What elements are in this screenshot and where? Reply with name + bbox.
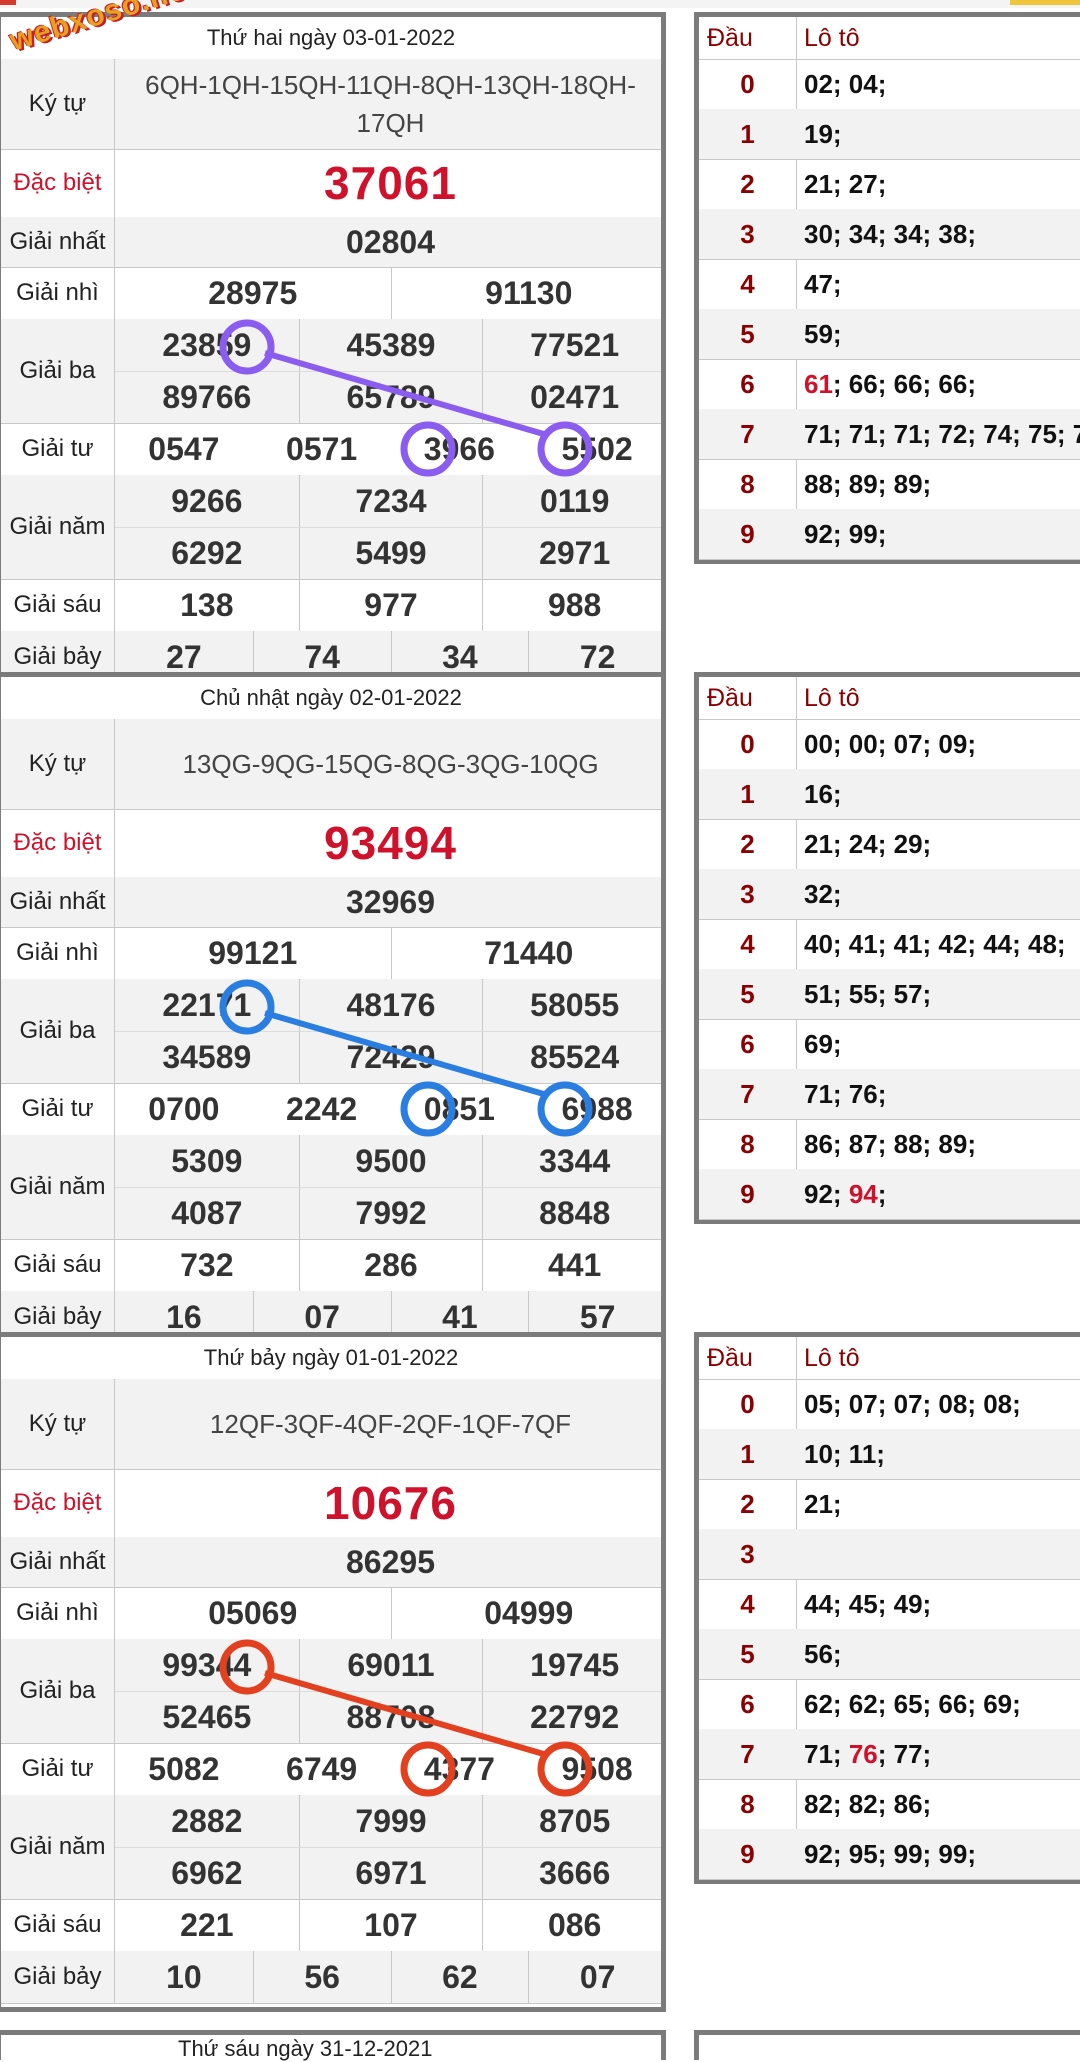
- pattern-line: [264, 350, 548, 438]
- pattern-line: [264, 1010, 548, 1098]
- next-result-table-edge: [0, 2030, 666, 2060]
- pattern-circle: [219, 979, 275, 1035]
- pattern-line: [264, 1670, 548, 1758]
- pattern-circle: [400, 421, 456, 477]
- pattern-circle: [400, 1081, 456, 1137]
- next-loto-table-edge: [694, 2030, 1080, 2060]
- pattern-circle: [400, 1741, 456, 1797]
- pattern-circle: [219, 319, 275, 375]
- pattern-circle: [537, 421, 593, 477]
- pattern-circle: [537, 1081, 593, 1137]
- pattern-circle: [537, 1741, 593, 1797]
- pattern-circle: [219, 1639, 275, 1695]
- pattern-overlay: [219, 319, 593, 1797]
